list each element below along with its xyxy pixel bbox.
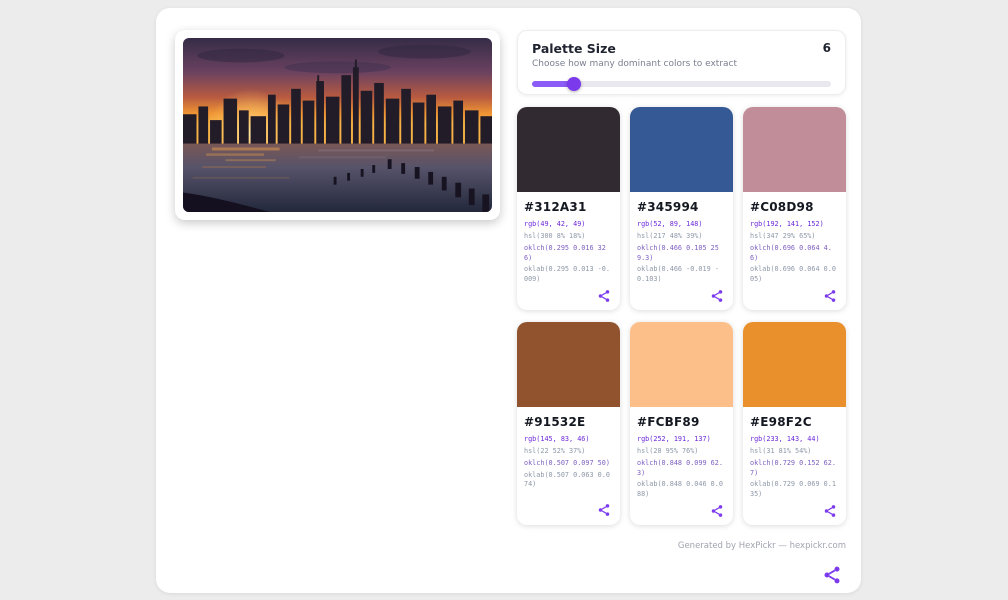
color-card-body: #312A31 rgb(49, 42, 49) hsl(300 8% 18%) … bbox=[517, 192, 620, 310]
color-oklch-value: oklch(0.848 0.099 62.3) bbox=[637, 459, 726, 479]
color-rgb-value: rgb(145, 83, 46) bbox=[524, 435, 613, 445]
color-rgb-value: rgb(52, 89, 148) bbox=[637, 220, 726, 230]
color-oklch-value: oklch(0.507 0.097 50) bbox=[524, 459, 613, 469]
color-hex-label: #312A31 bbox=[524, 200, 613, 214]
color-card-body: #C08D98 rgb(192, 141, 152) hsl(347 29% 6… bbox=[743, 192, 846, 310]
palette-size-subtitle: Choose how many dominant colors to extra… bbox=[532, 59, 831, 69]
share-icon[interactable] bbox=[708, 287, 726, 305]
share-icon[interactable] bbox=[595, 501, 613, 519]
color-oklab-value: oklab(0.696 0.064 0.005) bbox=[750, 265, 839, 285]
color-card: #345994 rgb(52, 89, 148) hsl(217 48% 39%… bbox=[630, 107, 733, 310]
palette-size-panel: Palette Size 6 Choose how many dominant … bbox=[517, 30, 846, 95]
share-icon[interactable] bbox=[821, 502, 839, 520]
color-oklch-value: oklch(0.466 0.105 259.3) bbox=[637, 244, 726, 264]
color-hsl-value: hsl(22 52% 37%) bbox=[524, 447, 613, 457]
color-hex-label: #E98F2C bbox=[750, 415, 839, 429]
color-card-body: #91532E rgb(145, 83, 46) hsl(22 52% 37%)… bbox=[517, 407, 620, 525]
palette-app: Palette Size 6 Choose how many dominant … bbox=[156, 8, 861, 593]
color-card: #FCBF89 rgb(252, 191, 137) hsl(28 95% 76… bbox=[630, 322, 733, 525]
color-grid: #312A31 rgb(49, 42, 49) hsl(300 8% 18%) … bbox=[517, 107, 846, 525]
color-hex-label: #91532E bbox=[524, 415, 613, 429]
slider-thumb[interactable] bbox=[567, 77, 581, 91]
source-image-card bbox=[175, 30, 500, 220]
color-oklch-value: oklch(0.696 0.064 4.6) bbox=[750, 244, 839, 264]
color-oklab-value: oklab(0.295 0.013 -0.009) bbox=[524, 265, 613, 285]
palette-size-slider[interactable] bbox=[532, 77, 831, 91]
share-icon[interactable] bbox=[595, 287, 613, 305]
color-oklab-value: oklab(0.466 -0.019 -0.103) bbox=[637, 265, 726, 285]
color-oklch-value: oklch(0.729 0.152 62.7) bbox=[750, 459, 839, 479]
color-hsl-value: hsl(28 95% 76%) bbox=[637, 447, 726, 457]
color-swatch[interactable] bbox=[630, 107, 733, 192]
color-oklab-value: oklab(0.848 0.046 0.088) bbox=[637, 480, 726, 500]
color-card-body: #FCBF89 rgb(252, 191, 137) hsl(28 95% 76… bbox=[630, 407, 733, 525]
share-palette-icon[interactable] bbox=[818, 561, 846, 589]
palette-size-value: 6 bbox=[823, 41, 831, 55]
color-oklch-value: oklch(0.295 0.016 326) bbox=[524, 244, 613, 264]
color-hsl-value: hsl(31 81% 54%) bbox=[750, 447, 839, 457]
share-icon[interactable] bbox=[708, 502, 726, 520]
color-rgb-value: rgb(233, 143, 44) bbox=[750, 435, 839, 445]
color-card: #C08D98 rgb(192, 141, 152) hsl(347 29% 6… bbox=[743, 107, 846, 310]
source-image bbox=[183, 38, 492, 212]
color-card-body: #345994 rgb(52, 89, 148) hsl(217 48% 39%… bbox=[630, 192, 733, 310]
color-hex-label: #FCBF89 bbox=[637, 415, 726, 429]
color-swatch[interactable] bbox=[517, 322, 620, 407]
color-rgb-value: rgb(192, 141, 152) bbox=[750, 220, 839, 230]
color-card: #91532E rgb(145, 83, 46) hsl(22 52% 37%)… bbox=[517, 322, 620, 525]
color-rgb-value: rgb(252, 191, 137) bbox=[637, 435, 726, 445]
color-swatch[interactable] bbox=[630, 322, 733, 407]
color-card: #E98F2C rgb(233, 143, 44) hsl(31 81% 54%… bbox=[743, 322, 846, 525]
color-hsl-value: hsl(347 29% 65%) bbox=[750, 232, 839, 242]
color-oklab-value: oklab(0.729 0.069 0.135) bbox=[750, 480, 839, 500]
color-hex-label: #C08D98 bbox=[750, 200, 839, 214]
color-rgb-value: rgb(49, 42, 49) bbox=[524, 220, 613, 230]
color-hsl-value: hsl(300 8% 18%) bbox=[524, 232, 613, 242]
color-swatch[interactable] bbox=[743, 107, 846, 192]
share-icon[interactable] bbox=[821, 287, 839, 305]
color-swatch[interactable] bbox=[517, 107, 620, 192]
palette-size-title: Palette Size bbox=[532, 41, 616, 56]
color-hsl-value: hsl(217 48% 39%) bbox=[637, 232, 726, 242]
color-swatch[interactable] bbox=[743, 322, 846, 407]
color-card: #312A31 rgb(49, 42, 49) hsl(300 8% 18%) … bbox=[517, 107, 620, 310]
color-hex-label: #345994 bbox=[637, 200, 726, 214]
credit-text: Generated by HexPickr — hexpickr.com bbox=[678, 541, 846, 551]
color-oklab-value: oklab(0.507 0.063 0.074) bbox=[524, 471, 613, 491]
color-card-body: #E98F2C rgb(233, 143, 44) hsl(31 81% 54%… bbox=[743, 407, 846, 525]
